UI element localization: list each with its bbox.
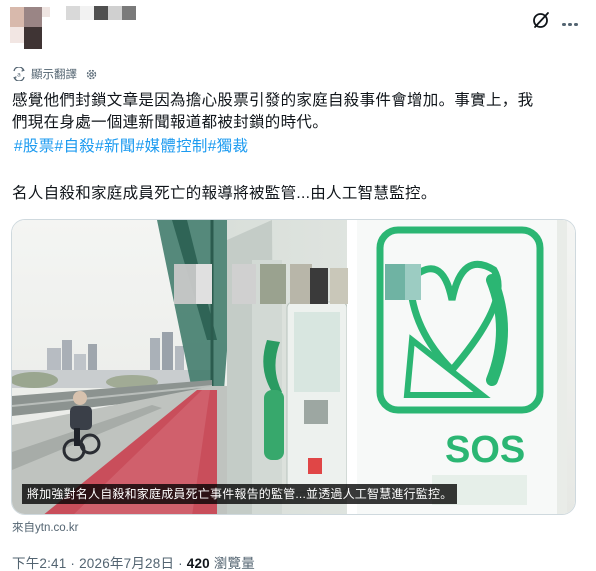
views-count: 420 bbox=[186, 556, 210, 571]
post-meta: 下午2:41 · 2026年7月28日 · 420 瀏覽量 bbox=[12, 552, 255, 571]
link-source[interactable]: 來自ytn.co.kr bbox=[12, 519, 78, 535]
hashtag-suicide[interactable]: #自殺 bbox=[55, 138, 96, 155]
views-label: 瀏覽量 bbox=[209, 556, 255, 571]
post: a 顯示翻譯 感覺他們封鎖文章是因為擔心股票引發的家庭自殺事件會增加。事實上，我… bbox=[0, 0, 596, 571]
sos-sign-text: SOS bbox=[445, 429, 525, 471]
post-date[interactable]: 2026年7月28日 bbox=[79, 556, 174, 571]
hashtag-stocks[interactable]: #股票 bbox=[14, 138, 55, 155]
translate-icon: a bbox=[13, 67, 25, 81]
more-icon[interactable] bbox=[562, 13, 580, 27]
show-translation-button[interactable]: a 顯示翻譯 bbox=[12, 66, 98, 82]
post-text-line-2: 們現在身處一個連新聞報道都被封鎖的時代。 bbox=[12, 114, 329, 131]
author-name-redacted[interactable] bbox=[66, 6, 136, 20]
meta-separator: · bbox=[66, 556, 80, 571]
post-time[interactable]: 下午2:41 bbox=[12, 556, 66, 571]
post-text-line-1: 感覺他們封鎖文章是因為擔心股票引發的家庭自殺事件會增加。事實上，我 bbox=[12, 92, 534, 109]
link-card[interactable]: SOS bbox=[11, 219, 576, 515]
svg-text:a: a bbox=[17, 72, 21, 79]
avatar[interactable] bbox=[10, 7, 50, 51]
gear-icon[interactable] bbox=[85, 68, 98, 81]
hashtag-news[interactable]: #新聞 bbox=[95, 138, 136, 155]
hashtag-list: #股票#自殺#新聞#媒體控制#獨裁 bbox=[14, 136, 248, 158]
post-text-summary: 名人自殺和家庭成員死亡的報導將被監管...由人工智慧監控。 bbox=[12, 185, 437, 202]
photo-caption: 將加強對名人自殺和家庭成員死亡事件報告的監管...並透過人工智慧進行監控。 bbox=[22, 484, 458, 504]
hashtag-media-control[interactable]: #媒體控制 bbox=[136, 138, 208, 155]
post-text: 感覺他們封鎖文章是因為擔心股票引發的家庭自殺事件會增加。事實上，我 們現在身處一… bbox=[12, 90, 582, 134]
news-photo: SOS bbox=[12, 220, 575, 514]
hashtag-dictatorship[interactable]: #獨裁 bbox=[208, 138, 249, 155]
grok-icon[interactable] bbox=[531, 10, 551, 30]
show-translation-label[interactable]: 顯示翻譯 bbox=[31, 66, 77, 82]
meta-separator: · bbox=[174, 556, 187, 571]
